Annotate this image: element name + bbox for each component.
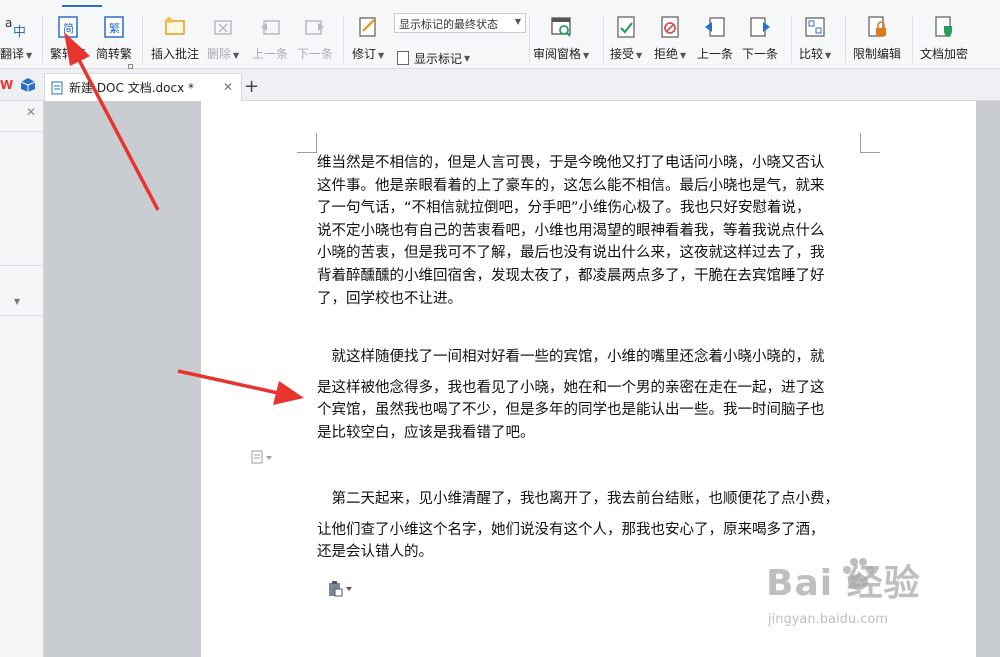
insert-comment-button[interactable]: 插入批注 [151,11,199,65]
translate-label: 翻译 [0,47,25,61]
insert-comment-icon [162,14,188,40]
svg-text:繁: 繁 [109,21,120,35]
paragraph-format-icon[interactable] [251,450,273,467]
text-line: 背着醉醺醺的小维回宿舍，发现太夜了，都凌晨两点多了，干脆在去宾馆睡了好 [317,267,825,284]
text-line: 第二天起来，见小维清醒了，我也离开了，我去前台结账，也顺便花了点小费， [317,491,839,507]
review-pane-button[interactable]: 审阅窗格 ▼ [533,11,589,65]
next-comment-label: 下一条 [297,47,334,61]
accept-icon [613,14,639,40]
prev-comment-label: 上一条 [252,47,289,61]
compare-icon [802,14,828,40]
show-markup-label: 显示标记 [414,51,463,66]
markup-state-value: 显示标记的最终状态 [399,18,498,31]
compare-button[interactable]: 比较 ▼ [799,11,831,65]
document-tab-bar: W 新建 DOC 文档.docx * ✕ [0,69,1000,101]
paragraph-1: 维当然是不相信的，但是人言可畏，于是今晚他又打了电话问小晓，小晓又否认 这件事。… [317,152,862,310]
margin-corner-mark [860,133,880,153]
doc-encrypt-button[interactable]: 文档加密 [920,11,968,65]
revise-label: 修订 [352,47,377,61]
review-ribbon: a中 翻译 ▼ 简 繁转简 繁 简转繁 插入批注 删除 ▼ 上一条 下一条 修订… [0,7,1000,69]
markup-state-select[interactable]: 显示标记的最终状态 ▼ [394,13,526,33]
prev-comment-button[interactable]: 上一条 [252,11,288,65]
paw-icon [843,558,874,590]
accept-button[interactable]: 接受 ▼ [610,11,642,65]
menu-tab-strip [0,0,1000,7]
text-line: 是比较空白，应该是我看错了吧。 [317,424,535,441]
next-change-label: 下一条 [742,47,779,61]
restrict-edit-button[interactable]: 限制编辑 [853,11,901,65]
watermark: Bai 经验 jingyan.baidu.com [742,548,994,638]
track-changes-button[interactable]: 修订 ▼ [352,11,384,65]
restrict-edit-label: 限制编辑 [853,47,902,61]
trad-to-simp-button[interactable]: 简 繁转简 [50,11,86,65]
delete-comment-icon [210,14,236,40]
document-tab[interactable]: 新建 DOC 文档.docx * ✕ [44,73,242,101]
doc-encrypt-label: 文档加密 [920,47,969,61]
delete-label: 删除 [207,47,232,61]
prev-change-button[interactable]: 上一条 [697,11,733,65]
simp-to-trad-button[interactable]: 繁 简转繁 [96,11,132,65]
text-line: 让他们查了小维这个名字，她们说没有这个人，那我也安心了，原来喝多了酒， [317,521,825,538]
next-comment-icon [302,14,328,40]
svg-text:中: 中 [13,25,26,40]
text-line: 个宾馆，虽然我也喝了不少，但是多年的同学也是能认出一些。我一时间脑子也 [317,402,825,419]
text-line: 就这样随便找了一间相对好看一些的宾馆，小维的嘴里还念着小晓小晓的，就 [317,349,825,365]
trad-to-simp-icon: 简 [55,14,81,40]
prev-change-icon [702,14,728,40]
prev-comment-icon [257,14,283,40]
text-line: 是这样被他念得多，我也看见了小晓，她在和一个男的亲密在走在一起，进了这 [317,379,825,396]
chevron-down-icon[interactable]: ▼ [14,297,20,306]
chevron-down-icon: ▼ [514,17,521,26]
svg-text:W: W [0,78,13,91]
show-markup-icon [397,51,409,65]
review-pane-label: 审阅窗格 [533,47,582,61]
show-markup-button[interactable]: 显示标记 ▼ [397,47,470,69]
paragraph-2: 就这样随便找了一间相对好看一些的宾馆，小维的嘴里还念着小晓小晓的，就 是这样被他… [317,346,862,444]
next-change-button[interactable]: 下一条 [742,11,778,65]
text-line: 了一句气话，“不相信就拉倒吧，分手吧”小维伤心极了。我也只好安慰着说， [317,200,811,217]
track-changes-icon [355,14,381,40]
prev-change-label: 上一条 [697,47,734,61]
navigation-pane: ✕ ▼ [0,101,44,657]
insert-comment-label: 插入批注 [151,47,200,61]
close-pane-icon[interactable]: ✕ [26,105,36,119]
text-line: 说不定小晓也有自己的苦衷看吧，小维也用渴望的眼神看着我，等着我说点什么 [317,222,825,239]
text-line: 了，回学校也不让进。 [317,290,462,307]
shield-icon [931,14,957,40]
next-comment-button[interactable]: 下一条 [297,11,333,65]
delete-comment-button[interactable]: 删除 ▼ [207,11,239,65]
accept-label: 接受 [610,47,635,61]
reject-button[interactable]: 拒绝 ▼ [654,11,686,65]
simp-to-trad-label: 简转繁 [96,47,133,61]
cloud-cube-icon[interactable] [20,77,36,93]
text-line: 这件事。他是亲眼看着的上了豪车的，这怎么能不相信。最后小晓也是气，就来 [317,177,825,194]
watermark-url: jingyan.baidu.com [768,612,888,627]
new-tab-icon[interactable]: + [244,76,259,97]
trad-to-simp-label: 繁转简 [50,47,87,61]
reject-icon [657,14,683,40]
document-icon [51,81,63,94]
text-line: 小晓的苦衷，但是我可不了解，最后也没有说出什么来，这夜就这样过去了，我 [317,245,825,262]
document-tab-title: 新建 DOC 文档.docx * [69,81,194,95]
paste-options-icon[interactable] [327,581,353,601]
margin-corner-mark [297,133,317,153]
lock-icon [864,14,890,40]
review-pane-icon [548,14,574,40]
svg-text:简: 简 [63,21,74,35]
svg-text:a: a [5,16,12,30]
close-icon[interactable]: ✕ [223,80,233,94]
text-line: 维当然是不相信的，但是人言可畏，于是今晚他又打了电话问小晓，小晓又否认 [317,155,825,171]
next-change-icon [747,14,773,40]
translate-button[interactable]: a中 翻译 ▼ [0,11,32,65]
wps-logo-icon: W [0,78,13,91]
compare-label: 比较 [799,47,824,61]
reject-label: 拒绝 [654,47,679,61]
simp-to-trad-icon: 繁 [101,14,127,40]
translate-icon: a中 [3,14,29,40]
